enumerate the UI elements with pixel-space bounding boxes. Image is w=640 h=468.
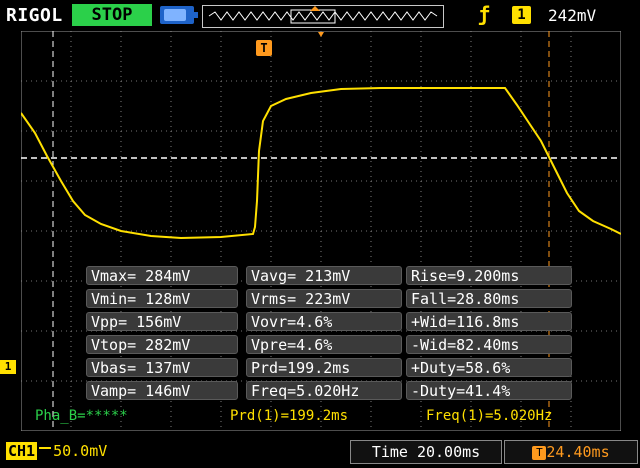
measurement-cell: Vpp= 156mV	[86, 312, 238, 331]
measurement-cell: Vtop= 282mV	[86, 335, 238, 354]
measurement-cell: Vpre=4.6%	[246, 335, 402, 354]
measurement-cell: Fall=28.80ms	[406, 289, 572, 308]
measurement-cell: Vrms= 223mV	[246, 289, 402, 308]
measurement-cell: Vmin= 128mV	[86, 289, 238, 308]
measurement-cell: Vmax= 284mV	[86, 266, 238, 285]
period-counter: Prd(1)=199.2ms	[230, 408, 349, 424]
brand-logo: RIGOL	[6, 5, 63, 26]
measurement-cell: Vovr=4.6%	[246, 312, 402, 331]
measurement-cell: Prd=199.2ms	[246, 358, 402, 377]
measurement-cell: Vavg= 213mV	[246, 266, 402, 285]
measurement-cell: +Wid=116.8ms	[406, 312, 572, 331]
trigger-delay-icon: T	[532, 445, 547, 460]
trigger-delay-value: 24.40ms	[546, 443, 610, 461]
measurement-cell: Vamp= 146mV	[86, 381, 238, 400]
timebase-readout[interactable]: Time 20.00ms	[350, 440, 502, 464]
measurement-cell: -Wid=82.40ms	[406, 335, 572, 354]
trigger-marker-icon[interactable]: T	[256, 40, 272, 56]
measurement-cell: +Duty=58.6%	[406, 358, 572, 377]
run-stop-status[interactable]: STOP	[72, 4, 152, 26]
trigger-source-badge[interactable]: 1	[512, 6, 531, 24]
trigger-delay-readout[interactable]: T 24.40ms	[504, 440, 638, 464]
channel-1-scale[interactable]: CH1 50.0mV	[6, 442, 107, 460]
measurement-cell: -Duty=41.4%	[406, 381, 572, 400]
memory-depth-bar	[202, 5, 444, 28]
vertical-scale-value: 50.0mV	[53, 442, 108, 460]
measurement-cell: Vbas= 137mV	[86, 358, 238, 377]
memory-waveform-icon	[208, 6, 438, 24]
measurement-cell: Freq=5.020Hz	[246, 381, 402, 400]
channel-1-offset-marker[interactable]: 1	[0, 360, 16, 374]
battery-icon	[160, 6, 198, 24]
trigger-level: 242mV	[548, 6, 597, 25]
channel-1-label: CH1	[6, 442, 38, 460]
phase-readout: Pha_B=*****	[35, 408, 128, 424]
frequency-counter: Freq(1)=5.020Hz	[426, 408, 553, 424]
measurement-cell: Rise=9.200ms	[406, 266, 572, 285]
dc-coupling-icon	[39, 446, 52, 457]
rising-edge-icon[interactable]: ƒ	[478, 2, 490, 26]
